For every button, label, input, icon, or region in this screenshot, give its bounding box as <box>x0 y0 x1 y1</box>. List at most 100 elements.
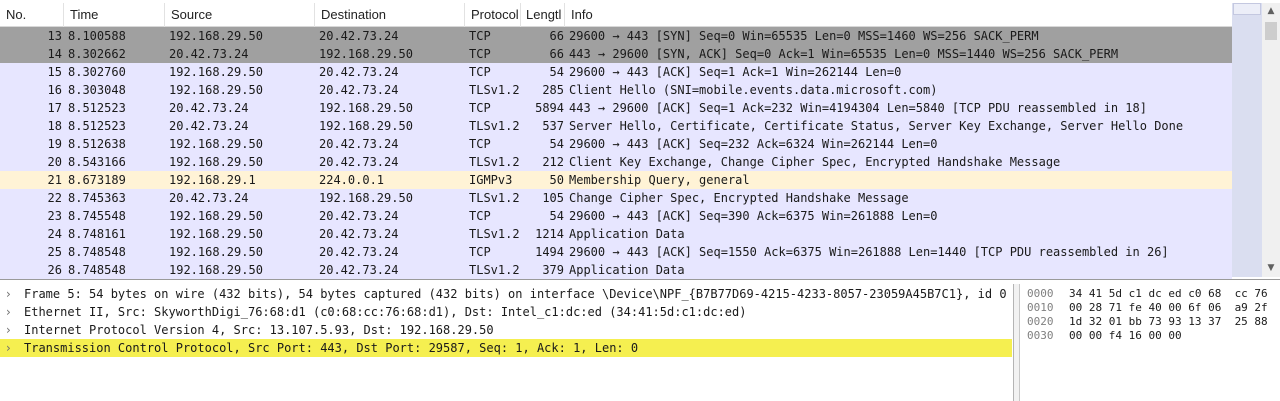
packet-row[interactable]: 25 8.748548 192.168.29.50 20.42.73.24 TCP 149… <box>0 243 1232 261</box>
packet-length: 66 <box>549 47 564 61</box>
packet-length: 54 <box>549 65 564 79</box>
column-header-destination[interactable]: Destination <box>315 3 465 27</box>
bytes-row[interactable]: 0020 1d 32 01 bb 73 93 13 37 25 88 <box>1020 315 1280 329</box>
chevron-right-icon[interactable]: › <box>6 303 11 321</box>
column-header-source[interactable]: Source <box>165 3 315 27</box>
scroll-up-icon[interactable]: ▲ <box>1262 3 1280 20</box>
column-header-no[interactable]: No. <box>0 3 64 27</box>
packet-source: 192.168.29.50 <box>169 227 263 241</box>
packet-no: 25 <box>47 245 62 259</box>
packet-row[interactable]: 26 8.748548 192.168.29.50 20.42.73.24 TLSv1.… <box>0 261 1232 279</box>
bytes-offset: 0020 <box>1027 315 1054 328</box>
packet-time: 8.302760 <box>68 65 126 79</box>
packet-length: 1494 <box>535 245 564 259</box>
packet-info: 443 → 29600 [SYN, ACK] Seq=0 Ack=1 Win=6… <box>569 47 1119 61</box>
packet-source: 192.168.29.50 <box>169 263 263 277</box>
bytes-hex: 1d 32 01 bb 73 93 13 37 25 88 <box>1069 315 1268 328</box>
packet-info: Server Hello, Certificate, Certificate S… <box>569 119 1184 133</box>
packet-row[interactable]: 19 8.512638 192.168.29.50 20.42.73.24 TCP 54 2… <box>0 135 1232 153</box>
column-header-protocol[interactable]: Protocol <box>465 3 521 27</box>
packet-destination: 20.42.73.24 <box>319 137 399 151</box>
packet-info: 443 → 29600 [ACK] Seq=1 Ack=232 Win=4194… <box>569 101 1147 115</box>
packet-length: 285 <box>542 83 564 97</box>
packet-row[interactable]: 15 8.302760 192.168.29.50 20.42.73.24 TCP 54 2… <box>0 63 1232 81</box>
packet-row[interactable]: 22 8.745363 20.42.73.24 192.168.29.50 TLSv1.… <box>0 189 1232 207</box>
packet-minimap[interactable] <box>1232 3 1262 277</box>
packet-destination: 20.42.73.24 <box>319 29 399 43</box>
detail-tree-label: Transmission Control Protocol, Src Port:… <box>24 341 639 355</box>
packet-source: 20.42.73.24 <box>169 119 249 133</box>
packet-protocol: TCP <box>469 209 491 223</box>
detail-tree-item[interactable]: › Internet Protocol Version 4, Src: 13.10… <box>0 321 1012 339</box>
packet-row[interactable]: 20 8.543166 192.168.29.50 20.42.73.24 TLSv1.… <box>0 153 1232 171</box>
packet-source: 192.168.29.50 <box>169 155 263 169</box>
packet-time: 8.745548 <box>68 209 126 223</box>
packet-row[interactable]: 24 8.748161 192.168.29.50 20.42.73.24 TLSv1.… <box>0 225 1232 243</box>
bottom-panes: › Frame 5: 54 bytes on wire (432 bits), 5… <box>0 284 1280 401</box>
packet-destination: 224.0.0.1 <box>319 173 385 187</box>
packet-info: 29600 → 443 [ACK] Seq=1550 Ack=6375 Win=… <box>569 245 1169 259</box>
packet-source: 192.168.29.50 <box>169 245 263 259</box>
packet-source: 192.168.29.50 <box>169 65 263 79</box>
packet-row[interactable]: 14 8.302662 20.42.73.24 192.168.29.50 TCP 66 4… <box>0 45 1232 63</box>
packet-row[interactable]: 23 8.745548 192.168.29.50 20.42.73.24 TCP 54 2… <box>0 207 1232 225</box>
packet-row[interactable]: 16 8.303048 192.168.29.50 20.42.73.24 TLSv1.… <box>0 81 1232 99</box>
packet-destination: 192.168.29.50 <box>319 191 413 205</box>
packet-no: 16 <box>47 83 62 97</box>
detail-tree-item[interactable]: › Transmission Control Protocol, Src Port… <box>0 339 1012 357</box>
bytes-row[interactable]: 0010 00 28 71 fe 40 00 6f 06 a9 2f <box>1020 301 1280 315</box>
packet-time: 8.512523 <box>68 119 126 133</box>
packet-time: 8.673189 <box>68 173 126 187</box>
packet-destination: 20.42.73.24 <box>319 263 399 277</box>
packet-protocol: TLSv1.2 <box>469 191 520 205</box>
packet-destination: 192.168.29.50 <box>319 47 413 61</box>
packet-time: 8.302662 <box>68 47 126 61</box>
bytes-row[interactable]: 0000 34 41 5d c1 dc ed c0 68 cc 76 <box>1020 287 1280 301</box>
packet-length: 379 <box>542 263 564 277</box>
packet-protocol: TCP <box>469 101 491 115</box>
packet-list-scrollbar[interactable]: ▲ ▼ <box>1262 3 1280 277</box>
detail-tree-item[interactable]: › Ethernet II, Src: SkyworthDigi_76:68:d1… <box>0 303 1012 321</box>
packet-source: 20.42.73.24 <box>169 101 249 115</box>
packet-no: 17 <box>47 101 62 115</box>
packet-length: 50 <box>549 173 564 187</box>
bytes-row[interactable]: 0030 00 00 f4 16 00 00 <box>1020 329 1280 343</box>
packet-minimap-viewport[interactable] <box>1233 3 1261 15</box>
packet-time: 8.745363 <box>68 191 126 205</box>
bytes-offset: 0030 <box>1027 329 1054 342</box>
column-header-info[interactable]: Info <box>565 3 1232 27</box>
packet-time: 8.748161 <box>68 227 126 241</box>
packet-bytes-pane: 0000 34 41 5d c1 dc ed c0 68 cc 76 0010 00 … <box>1020 284 1280 401</box>
detail-tree-label: Ethernet II, Src: SkyworthDigi_76:68:d1 … <box>24 305 747 319</box>
chevron-right-icon[interactable]: › <box>6 321 11 339</box>
packet-destination: 20.42.73.24 <box>319 245 399 259</box>
scrollbar-thumb[interactable] <box>1265 22 1277 40</box>
packet-length: 54 <box>549 209 564 223</box>
packet-info: Membership Query, general <box>569 173 750 187</box>
column-header-time[interactable]: Time <box>64 3 165 27</box>
packet-time: 8.748548 <box>68 245 126 259</box>
packet-info: 29600 → 443 [SYN] Seq=0 Win=65535 Len=0 … <box>569 29 1039 43</box>
packet-no: 24 <box>47 227 62 241</box>
chevron-right-icon[interactable]: › <box>6 285 11 303</box>
scroll-down-icon[interactable]: ▼ <box>1262 260 1280 277</box>
packet-info: Client Hello (SNI=mobile.events.data.mic… <box>569 83 938 97</box>
detail-tree-item[interactable]: › Frame 5: 54 bytes on wire (432 bits), 5… <box>0 285 1012 303</box>
chevron-right-icon[interactable]: › <box>6 339 11 357</box>
packet-protocol: TCP <box>469 65 491 79</box>
packet-row[interactable]: 21 8.673189 192.168.29.1 224.0.0.1 IGMPv3 50 M… <box>0 171 1232 189</box>
column-header-length[interactable]: Lengtl <box>521 3 565 27</box>
packet-row[interactable]: 13 8.100588 192.168.29.50 20.42.73.24 TCP 66 2… <box>0 27 1232 45</box>
detail-tree-label: Frame 5: 54 bytes on wire (432 bits), 54… <box>24 287 1007 301</box>
bytes-offset: 0010 <box>1027 301 1054 314</box>
packet-destination: 20.42.73.24 <box>319 83 399 97</box>
packet-info: Change Cipher Spec, Encrypted Handshake … <box>569 191 909 205</box>
packet-length: 66 <box>549 29 564 43</box>
packet-row[interactable]: 17 8.512523 20.42.73.24 192.168.29.50 TCP 589… <box>0 99 1232 117</box>
packet-info: Client Key Exchange, Change Cipher Spec,… <box>569 155 1061 169</box>
packet-no: 22 <box>47 191 62 205</box>
packet-destination: 20.42.73.24 <box>319 155 399 169</box>
packet-length: 1214 <box>535 227 564 241</box>
packet-length: 537 <box>542 119 564 133</box>
packet-row[interactable]: 18 8.512523 20.42.73.24 192.168.29.50 TLSv1.… <box>0 117 1232 135</box>
